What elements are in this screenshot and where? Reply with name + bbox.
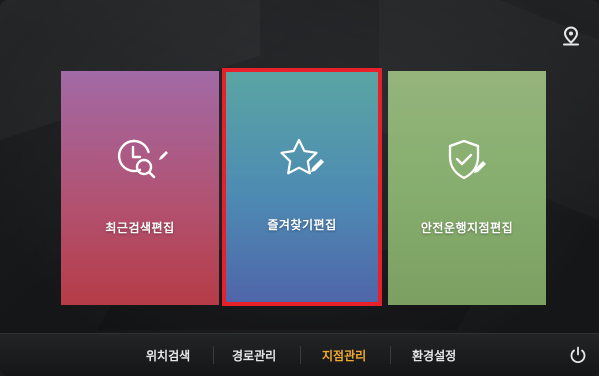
menu-point-management[interactable]: 지점관리 bbox=[322, 347, 366, 364]
app-screen: 최근검색편집 즐겨찾기편집 안전운행지점편집 위치검색 경로관리 지점관리 환경… bbox=[0, 0, 599, 376]
location-pin-icon bbox=[563, 26, 579, 46]
tile-label: 즐겨찾기편집 bbox=[267, 218, 337, 232]
clock-search-edit-icon bbox=[110, 135, 170, 189]
star-edit-icon bbox=[272, 132, 332, 186]
current-location-button[interactable] bbox=[560, 24, 582, 50]
tile-label: 안전운행지점편집 bbox=[420, 221, 514, 235]
menu-divider bbox=[300, 346, 301, 364]
menu-divider bbox=[390, 346, 391, 364]
tile-favorites-edit[interactable]: 즐겨찾기편집 bbox=[222, 68, 382, 306]
tile-safe-driving-point-edit[interactable]: 안전운행지점편집 bbox=[388, 71, 546, 305]
power-button[interactable] bbox=[567, 344, 589, 366]
menu-location-search[interactable]: 위치검색 bbox=[146, 347, 190, 364]
menu-settings[interactable]: 환경설정 bbox=[412, 347, 456, 364]
menu-route-management[interactable]: 경로관리 bbox=[232, 347, 276, 364]
power-icon bbox=[570, 346, 586, 364]
shield-check-edit-icon bbox=[437, 135, 497, 189]
menu-divider bbox=[213, 346, 214, 364]
tile-recent-search-edit[interactable]: 최근검색편집 bbox=[61, 71, 219, 305]
tile-label: 최근검색편집 bbox=[105, 221, 175, 235]
bottom-menu-bar: 위치검색 경로관리 지점관리 환경설정 bbox=[0, 333, 599, 376]
